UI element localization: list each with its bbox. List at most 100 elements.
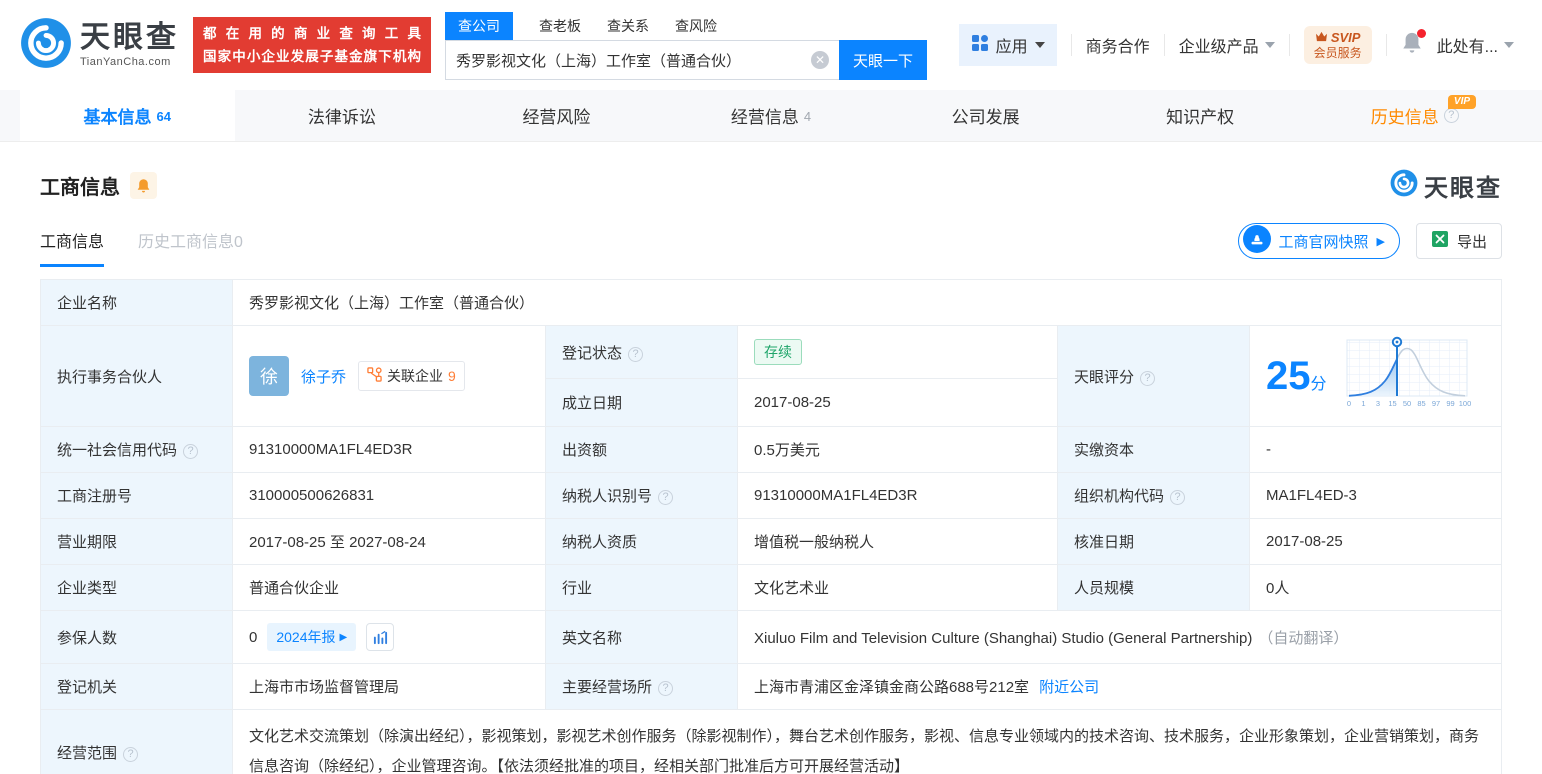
tab-count: 4	[803, 109, 812, 124]
question-icon: ?	[628, 346, 644, 362]
apps-menu-button[interactable]: 应用	[958, 24, 1057, 66]
reg-number-value: 310000500626831	[232, 472, 546, 519]
reg-number-label: 工商注册号	[40, 472, 233, 519]
business-scope-value: 文化艺术交流策划（除演出经纪），影视策划，影视艺术创作服务（除影视制作），舞台艺…	[232, 709, 1502, 774]
snapshot-label: 工商官网快照	[1278, 233, 1369, 251]
table-row: 参保人数 0 2024年报 ▶ 英文名称 Xiuluo Film and Tel…	[40, 610, 1502, 664]
tab-label: 历史信息	[1370, 108, 1439, 127]
search-tab-relation[interactable]: 查关系	[607, 12, 649, 40]
annual-report-label: 2024年报	[276, 629, 336, 645]
business-cooperation-link[interactable]: 商务合作	[1086, 33, 1150, 57]
approval-date-label: 核准日期	[1057, 518, 1250, 565]
table-row: 企业名称 秀罗影视文化（上海）工作室（普通合伙）	[40, 279, 1502, 326]
header: 天眼查 TianYanCha.com 都在用的商业查询工具 国家中小企业发展子基…	[0, 0, 1542, 90]
official-snapshot-button[interactable]: 工商官网快照 ▶	[1237, 223, 1400, 259]
est-date-value: 2017-08-25	[737, 378, 1058, 427]
promo-line2: 国家中小企业发展子基金旗下机构	[203, 48, 421, 64]
question-icon: ?	[123, 746, 139, 762]
tab-legal-proceedings[interactable]: 法律诉讼	[235, 90, 450, 141]
logo-domain: TianYanCha.com	[80, 55, 171, 68]
business-scope-text: 文化艺术交流策划（除演出经纪），影视策划，影视艺术创作服务（除影视制作），舞台艺…	[249, 728, 1480, 774]
tianyancha-watermark: 天眼查	[1390, 168, 1502, 203]
reg-authority-label: 登记机关	[40, 663, 233, 710]
notification-bell-button[interactable]	[1401, 28, 1426, 60]
tianyancha-logo-icon	[20, 17, 72, 74]
business-info-table: 企业名称 秀罗影视文化（上海）工作室（普通合伙） 执行事务合伙人 徐 徐子乔 关…	[40, 279, 1502, 774]
apps-grid-icon	[971, 34, 989, 57]
search-tabs: 查公司 查老板 查关系 查风险	[445, 10, 927, 40]
avatar[interactable]: 徐	[249, 356, 289, 396]
subscribe-bell-button[interactable]	[130, 172, 157, 199]
insured-trend-button[interactable]	[366, 623, 395, 651]
org-code-value: MA1FL4ED-3	[1249, 472, 1502, 519]
tab-label: 公司发展	[951, 108, 1020, 127]
subtabs: 工商信息 历史工商信息0	[40, 228, 243, 267]
export-button[interactable]: 导出	[1415, 223, 1502, 259]
main-content: 工商信息 天眼查 工商信息 历史工商信息0 工商官网快照 ▶ 导出 企业名称 秀…	[0, 168, 1542, 774]
tab-history-info[interactable]: VIP 历史信息 ?	[1307, 90, 1522, 141]
industry-value: 文化艺术业	[737, 564, 1058, 611]
question-icon: ?	[183, 444, 199, 459]
svg-text:85: 85	[1417, 399, 1425, 408]
nearby-companies-link[interactable]: 附近公司	[1039, 679, 1099, 696]
question-icon: ?	[658, 681, 674, 696]
export-label: 导出	[1456, 233, 1487, 251]
business-site-label: 主要经营场所?	[545, 663, 738, 710]
credit-code-value: 91310000MA1FL4ED3R	[232, 426, 546, 473]
annual-report-badge[interactable]: 2024年报 ▶	[267, 623, 357, 651]
english-name-value: Xiuluo Film and Television Culture (Shan…	[737, 610, 1502, 664]
bar-chart-icon	[373, 630, 387, 644]
search-clear-icon[interactable]: ✕	[811, 51, 829, 69]
score-label: 天眼评分?	[1057, 325, 1250, 427]
tab-label: 知识产权	[1166, 108, 1235, 127]
question-icon: ?	[1140, 370, 1156, 386]
tab-intellectual-property[interactable]: 知识产权	[1093, 90, 1308, 141]
tab-operating-risk[interactable]: 经营风险	[449, 90, 664, 141]
divider	[1288, 34, 1290, 56]
apps-menu-label: 应用	[995, 39, 1028, 56]
tianyancha-logo-icon	[1390, 169, 1418, 202]
chevron-down-icon	[1264, 42, 1275, 48]
search-box: ✕	[445, 40, 839, 80]
contribution-label: 出资额	[545, 426, 738, 473]
svip-label: SVIP	[1330, 30, 1361, 45]
enterprise-products-label: 企业级产品	[1178, 39, 1259, 56]
search-input[interactable]	[456, 51, 811, 69]
related-count: 9	[448, 368, 456, 384]
enterprise-products-link[interactable]: 企业级产品	[1179, 33, 1275, 57]
est-date-label: 成立日期	[545, 378, 738, 427]
taxpayer-quality-label: 纳税人资质	[545, 518, 738, 565]
auto-translate-note: （自动翻译）	[1258, 629, 1349, 647]
tab-company-development[interactable]: 公司发展	[878, 90, 1093, 141]
partner-name-link[interactable]: 徐子乔	[301, 366, 346, 387]
table-row: 营业期限 2017-08-25 至 2027-08-24 纳税人资质 增值税一般…	[40, 518, 1502, 565]
contribution-value: 0.5万美元	[737, 426, 1058, 473]
search-button[interactable]: 天眼一下	[839, 40, 927, 80]
search-tab-boss[interactable]: 查老板	[539, 12, 581, 40]
tab-operating-info[interactable]: 经营信息 4	[664, 90, 879, 141]
related-companies-badge[interactable]: 关联企业 9	[358, 361, 465, 391]
excel-icon	[1431, 230, 1449, 253]
score-value: 25	[1266, 354, 1311, 398]
search-area: 查公司 查老板 查关系 查风险 ✕ 天眼一下	[445, 10, 927, 80]
svg-text:50: 50	[1402, 399, 1410, 408]
tianyancha-logo[interactable]: 天眼查 TianYanCha.com	[20, 17, 179, 74]
reg-authority-value: 上海市市场监督管理局	[232, 663, 546, 710]
search-tab-company[interactable]: 查公司	[445, 12, 513, 40]
paid-capital-value: -	[1249, 426, 1502, 473]
notification-dot	[1416, 28, 1426, 38]
logo-name: 天眼查	[80, 20, 179, 54]
table-row: 登记机关 上海市市场监督管理局 主要经营场所? 上海市青浦区金泽镇金商公路688…	[40, 663, 1502, 710]
tab-basic-info[interactable]: 基本信息 64	[20, 90, 235, 141]
table-row: 执行事务合伙人 徐 徐子乔 关联企业 9 登记状态 ? 存续 天眼评分 ? 25…	[40, 324, 1502, 427]
subtab-history-business-info[interactable]: 历史工商信息0	[138, 228, 243, 267]
arrow-right-icon: ▶	[1376, 235, 1385, 248]
score-cell: 25分 0 1 3 15 50 85 97 99 100	[1249, 325, 1502, 427]
svip-member-button[interactable]: SVIP 会员服务	[1303, 26, 1372, 64]
business-term-value: 2017-08-25 至 2027-08-24	[232, 518, 546, 565]
user-menu[interactable]: 此处有...	[1437, 33, 1514, 57]
status-badge: 存续	[754, 339, 802, 366]
search-tab-risk[interactable]: 查风险	[675, 12, 717, 40]
table-row: 统一社会信用代码? 91310000MA1FL4ED3R 出资额 0.5万美元 …	[40, 426, 1502, 473]
subtab-business-info[interactable]: 工商信息	[40, 228, 105, 267]
